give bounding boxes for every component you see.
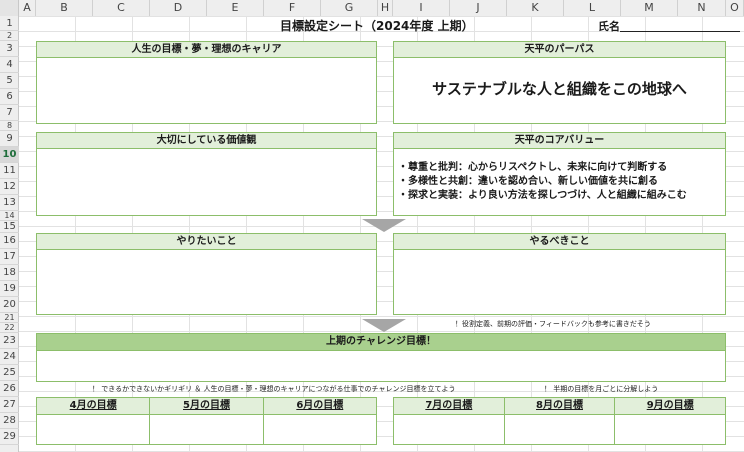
row-header-25[interactable]: 25 [0,365,19,381]
should-do-header: やるべきこと [394,234,725,250]
sheet-title: 目標設定シート（2024年度 上期） [280,19,474,33]
row-header-9[interactable]: 9 [0,131,19,147]
purpose-text: サステナブルな人と組織をこの地球へ [432,80,687,98]
column-header-m[interactable]: M [621,0,678,16]
month-goal-july[interactable]: 7月の目標 [394,398,505,444]
challenge-note: ！ できるかできないかギリギリ ＆ 人生の目標・夢・理想のキャリアにつながる仕事… [92,385,456,393]
column-header-d[interactable]: D [150,0,207,16]
role-definition-note: ！役割定義、前期の評価・フィードバックも参考に書きだそう [455,320,651,328]
down-arrow-icon [362,319,406,332]
core-values-header: 天平のコアバリュー [394,133,725,149]
row-header-2[interactable]: 2 [0,31,19,41]
row-header-21[interactable]: 21 [0,313,19,323]
row-header-29[interactable]: 29 [0,429,19,445]
month-goal-september[interactable]: 9月の目標 [615,398,726,444]
row-header-18[interactable]: 18 [0,265,19,281]
life-goals-header: 人生の目標・夢・理想のキャリア [37,42,376,58]
row-header-1[interactable]: 1 [0,16,19,31]
core-value-item: ・探求と実装：より良い方法を探しつづけ、人と組織に組みこむ [398,190,687,201]
row-header-8[interactable]: 8 [0,121,19,131]
column-header-g[interactable]: G [321,0,378,16]
want-to-do-header: やりたいこと [37,234,376,250]
life-goals-box[interactable]: 人生の目標・夢・理想のキャリア [36,41,377,124]
row-header-16[interactable]: 16 [0,233,19,249]
monthly-split-note: ！ 半期の目標を月ごとに分解しよう [544,385,659,393]
core-value-item: ・尊重と批判：心からリスペクトし、未来に向けて判断する [398,162,668,173]
column-header-bar: A B C D E F G H I J K L M N O [0,0,744,17]
month-goal-april[interactable]: 4月の目標 [37,398,151,444]
values-header: 大切にしている価値観 [37,133,376,149]
column-header-h[interactable]: H [378,0,393,16]
column-header-k[interactable]: K [507,0,564,16]
month-goal-header: 4月の目標 [37,398,150,415]
values-box[interactable]: 大切にしている価値観 [36,132,377,216]
row-header-10-selected[interactable]: 10 [0,147,19,163]
column-header-a[interactable]: A [19,0,36,16]
row-header-3[interactable]: 3 [0,41,19,57]
name-label: 氏名 [598,20,620,33]
column-header-j[interactable]: J [450,0,507,16]
column-header-n[interactable]: N [678,0,726,16]
month-goal-header: 6月の目標 [263,398,376,415]
row-header-7[interactable]: 7 [0,105,19,121]
row-header-17[interactable]: 17 [0,249,19,265]
want-to-do-box[interactable]: やりたいこと [36,233,377,315]
column-header-c[interactable]: C [93,0,150,16]
challenge-goal-box[interactable]: 上期のチャレンジ目標！ [36,333,726,382]
row-header-15[interactable]: 15 [0,221,19,233]
month-goal-header: 9月の目標 [615,398,726,415]
month-goal-header: 8月の目標 [504,398,615,415]
row-header-bar: 1 2 3 4 5 6 7 8 9 10 11 12 13 14 15 16 1… [0,16,19,452]
month-goal-june[interactable]: 6月の目標 [263,398,376,444]
row-header-6[interactable]: 6 [0,89,19,105]
column-header-l[interactable]: L [564,0,621,16]
row-header-13[interactable]: 13 [0,195,19,211]
row-header-12[interactable]: 12 [0,179,19,195]
column-header-i[interactable]: I [393,0,450,16]
core-values-list: ・尊重と批判：心からリスペクトし、未来に向けて判断する ・多様性と共創：違いを認… [398,161,687,203]
row-header-5[interactable]: 5 [0,73,19,89]
down-arrow-icon [362,219,406,232]
row-header-11[interactable]: 11 [0,163,19,179]
months-first-half: 4月の目標 5月の目標 6月の目標 [36,397,377,445]
core-values-box[interactable]: 天平のコアバリュー ・尊重と批判：心からリスペクトし、未来に向けて判断する ・多… [393,132,726,216]
row-header-20[interactable]: 20 [0,297,19,313]
column-header-o[interactable]: O [726,0,744,16]
row-header-14[interactable]: 14 [0,211,19,221]
purpose-header: 天平のパーパス [394,42,725,58]
row-header-24[interactable]: 24 [0,349,19,365]
months-second-half: 7月の目標 8月の目標 9月の目標 [393,397,726,445]
challenge-goal-header: 上期のチャレンジ目標！ [37,334,725,351]
row-header-23[interactable]: 23 [0,333,19,349]
month-goal-header: 5月の目標 [150,398,263,415]
row-header-19[interactable]: 19 [0,281,19,297]
row-header-22[interactable]: 22 [0,323,19,333]
month-goal-august[interactable]: 8月の目標 [504,398,616,444]
row-header-26[interactable]: 26 [0,381,19,397]
core-value-item: ・多様性と共創：違いを認め合い、新しい価値を共に創る [398,176,658,187]
month-goal-may[interactable]: 5月の目標 [150,398,264,444]
select-all-corner[interactable] [0,0,19,16]
row-header-27[interactable]: 27 [0,397,19,413]
column-header-e[interactable]: E [207,0,264,16]
row-header-4[interactable]: 4 [0,57,19,73]
name-input-line[interactable] [620,31,740,32]
row-header-28[interactable]: 28 [0,413,19,429]
column-header-b[interactable]: B [36,0,93,16]
column-header-f[interactable]: F [264,0,321,16]
purpose-box[interactable]: 天平のパーパス サステナブルな人と組織をこの地球へ [393,41,726,124]
should-do-box[interactable]: やるべきこと [393,233,726,315]
month-goal-header: 7月の目標 [394,398,504,415]
